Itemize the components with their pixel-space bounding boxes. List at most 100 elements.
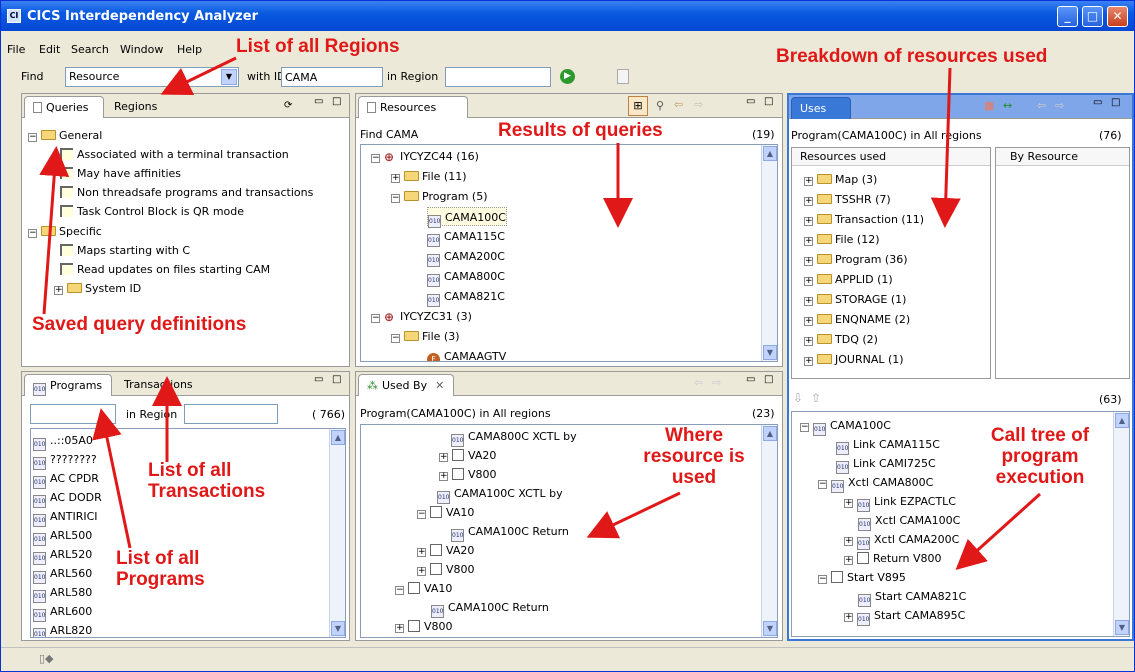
call-tree-node[interactable]: −010 Xctl CAMA800C [818, 473, 933, 493]
scroll-up-icon[interactable]: ▲ [763, 146, 777, 161]
link-arrow-icon[interactable]: ↔ [1003, 99, 1012, 112]
used-by-node[interactable]: − VA10 [395, 579, 452, 598]
expand-icon[interactable]: + [804, 197, 813, 206]
used-by-node[interactable]: 010 CAMA100C Return [431, 598, 549, 618]
program-item[interactable]: 010 CAMA800C [427, 267, 505, 287]
tree-node-region[interactable]: − ⊕ IYCYZC44 (16) [371, 147, 479, 166]
expand-icon[interactable]: + [844, 613, 853, 622]
maximize-view-icon[interactable]: □ [332, 374, 341, 385]
tree-node-specific[interactable]: − Specific [28, 222, 102, 241]
expand-icon[interactable]: + [804, 217, 813, 226]
maximize-view-icon[interactable]: □ [764, 374, 773, 385]
list-item[interactable]: 010 ARL560 [33, 564, 92, 584]
tab-programs[interactable]: 010 Programs [24, 374, 112, 396]
call-tree-node[interactable]: +010 Link EZPACTLC [844, 492, 956, 512]
expand-icon[interactable]: + [844, 556, 853, 565]
scroll-down-icon[interactable]: ▼ [1115, 620, 1129, 635]
expand-icon[interactable]: + [804, 357, 813, 366]
used-by-node[interactable]: 010 CAMA800C XCTL by [451, 427, 577, 447]
region-input[interactable] [445, 67, 551, 87]
expand-icon[interactable]: + [804, 277, 813, 286]
list-item[interactable]: 010 ARL520 [33, 545, 92, 565]
tab-used-by[interactable]: ⁂ Used By ✕ [358, 374, 454, 396]
back-arrow-icon[interactable]: ⇦ [1037, 99, 1046, 112]
list-item[interactable]: 010 ARL500 [33, 526, 92, 546]
stop-icon[interactable]: ■ [984, 99, 994, 112]
list-item[interactable]: 010 AC DODR [33, 488, 102, 508]
used-by-node[interactable]: + V800 [439, 465, 497, 484]
file-item[interactable]: F CAMAAGTV [427, 347, 506, 361]
call-tree-node[interactable]: + Return V800 [844, 549, 942, 568]
expand-icon[interactable]: + [439, 453, 448, 462]
resource-type-item[interactable]: + ENQNAME (2) [804, 310, 910, 329]
call-tree-node[interactable]: 010 Start CAMA821C [858, 587, 966, 607]
layout-toggle-icon[interactable]: ⊞ [628, 96, 648, 116]
forward-arrow-icon[interactable]: ⇨ [1055, 99, 1064, 112]
resource-type-item[interactable]: + JOURNAL (1) [804, 350, 904, 369]
collapse-icon[interactable]: − [371, 154, 380, 163]
list-item[interactable]: 010 ARL580 [33, 583, 92, 603]
collapse-icon[interactable]: − [28, 229, 37, 238]
query-item[interactable]: Read updates on files starting CAM [60, 260, 270, 279]
maximize-view-icon[interactable]: □ [1111, 97, 1120, 108]
list-item[interactable]: 010 ARL820 [33, 621, 92, 637]
call-tree-node[interactable]: +010 Xctl CAMA200C [844, 530, 959, 550]
collapse-icon[interactable]: − [28, 133, 37, 142]
minimize-button[interactable]: _ [1057, 6, 1078, 27]
program-item[interactable]: 010 CAMA200C [427, 247, 505, 267]
resource-type-item[interactable]: + TSSHR (7) [804, 190, 891, 209]
list-item[interactable]: 010 AC CPDR [33, 469, 99, 489]
expand-icon[interactable]: + [804, 257, 813, 266]
type-select[interactable]: Resource ▼ [65, 67, 239, 87]
menu-help[interactable]: Help [177, 43, 202, 56]
minimize-view-icon[interactable]: ▭ [314, 374, 323, 385]
tree-node-region[interactable]: − ⊕ IYCYZC31 (3) [371, 307, 472, 326]
expand-icon[interactable]: + [844, 499, 853, 508]
collapse-icon[interactable]: − [800, 423, 809, 432]
tab-resources[interactable]: Resources [358, 96, 468, 118]
tab-transactions[interactable]: Transactions [116, 374, 201, 396]
chevron-down-icon[interactable]: ▼ [221, 69, 237, 85]
back-arrow-icon[interactable]: ⇦ [694, 376, 703, 389]
expand-icon[interactable]: + [417, 567, 426, 576]
resource-type-item[interactable]: + APPLID (1) [804, 270, 893, 289]
expand-icon[interactable]: + [391, 174, 400, 183]
filter-icon[interactable]: ⚲ [656, 99, 664, 112]
vertical-scrollbar[interactable]: ▲ ▼ [761, 425, 777, 637]
forward-arrow-icon[interactable]: ⇨ [712, 376, 721, 389]
expand-icon[interactable]: + [439, 472, 448, 481]
tree-node-file[interactable]: + File (11) [391, 167, 466, 186]
vertical-scrollbar[interactable]: ▲ ▼ [761, 145, 777, 361]
back-arrow-icon[interactable]: ⇦ [674, 98, 683, 111]
call-tree-node[interactable]: − Start V895 [818, 568, 906, 587]
up-arrow-icon[interactable]: ⇧ [811, 391, 821, 405]
program-item[interactable]: 010 CAMA115C [427, 227, 505, 247]
used-by-node[interactable]: + VA20 [417, 541, 474, 560]
scroll-down-icon[interactable]: ▼ [763, 345, 777, 360]
menu-edit[interactable]: Edit [39, 43, 60, 56]
minimize-view-icon[interactable]: ▭ [746, 374, 755, 385]
used-by-node[interactable]: 010 CAMA100C XCTL by [437, 484, 563, 504]
scroll-up-icon[interactable]: ▲ [1115, 413, 1129, 428]
expand-icon[interactable]: + [395, 624, 404, 633]
list-item[interactable]: 010 ANTIRICI [33, 507, 98, 527]
used-by-node[interactable]: + VA20 [439, 446, 496, 465]
list-item[interactable]: 010???????? [33, 450, 97, 470]
expand-icon[interactable]: + [804, 317, 813, 326]
query-item[interactable]: May have affinities [60, 164, 181, 183]
call-tree-node[interactable]: 010 Link CAMI725C [836, 454, 936, 474]
expand-icon[interactable]: + [804, 237, 813, 246]
maximize-button[interactable]: □ [1082, 6, 1103, 27]
menu-search[interactable]: Search [71, 43, 109, 56]
maximize-view-icon[interactable]: □ [764, 96, 773, 107]
used-by-node[interactable]: 010 CAMA100C Return [451, 522, 569, 542]
run-query-icon[interactable]: ▶ [560, 69, 575, 84]
call-tree-node[interactable]: +010 Start CAMA895C [844, 606, 965, 626]
collapse-icon[interactable]: − [818, 480, 827, 489]
program-item[interactable]: 010 CAMA821C [427, 287, 505, 307]
minimize-view-icon[interactable]: ▭ [314, 96, 323, 107]
expand-icon[interactable]: + [804, 337, 813, 346]
program-filter-input[interactable] [30, 404, 116, 424]
expand-icon[interactable]: + [804, 297, 813, 306]
call-tree-node[interactable]: −010 CAMA100C [800, 416, 891, 436]
